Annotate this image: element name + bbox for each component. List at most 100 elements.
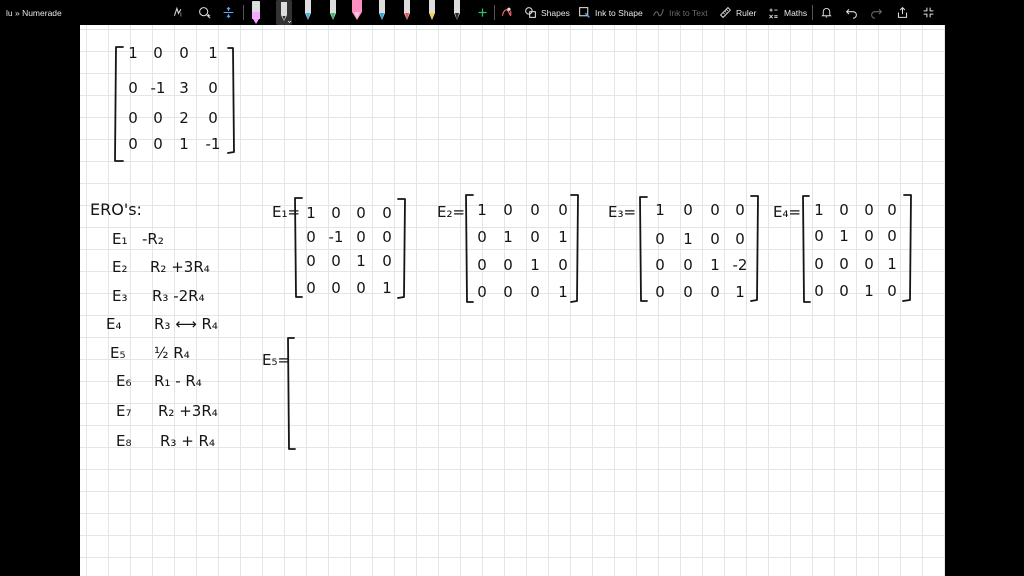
matrix-cell: 0 [356, 228, 366, 246]
matrix-cell: 0 [530, 228, 540, 246]
ruler-icon [719, 6, 732, 19]
elementary-matrix-e4: E₄= 1 0 0 00 1 0 00 0 0 10 0 1 0 [773, 194, 912, 303]
add-space-icon[interactable] [198, 0, 211, 25]
matrix-a-cell: 1 [179, 135, 189, 153]
ero-heading: ERO's: [90, 200, 142, 219]
matrix-a-cell: 0 [128, 135, 138, 153]
matrix-cell: 0 [655, 256, 665, 274]
matrix-cell: 0 [864, 255, 874, 273]
ero-label: E₅ [110, 344, 126, 362]
matrix-cell: 0 [382, 252, 392, 270]
breadcrumb[interactable]: lu » Numerade [6, 0, 62, 25]
ink-to-shape-icon [579, 7, 590, 18]
ero-label: E₄ [106, 315, 122, 333]
matrix-cell: 0 [306, 252, 316, 270]
matrix-cell: 1 [503, 228, 513, 246]
ink-to-shape-button[interactable]: Ink to Shape [578, 0, 643, 25]
matrix-cell: 1 [710, 256, 720, 274]
matrix-cell: 0 [814, 255, 824, 273]
matrix-a: 1 0 0 10 -1 3 00 0 2 00 0 1 -1 [114, 44, 235, 162]
matrix-cell: 0 [683, 283, 693, 301]
e3-label: E₃= [608, 203, 636, 221]
matrix-a-cell: 0 [153, 135, 163, 153]
share-icon[interactable] [896, 0, 909, 25]
pen-lightblue-icon[interactable] [376, 0, 388, 25]
matrix-cell: 0 [306, 279, 316, 297]
lasso-select-icon[interactable]: I [172, 0, 185, 25]
matrix-cell: 0 [382, 204, 392, 222]
shapes-button[interactable]: Shapes [524, 0, 570, 25]
matrix-cell: 1 [356, 252, 366, 270]
matrix-a-cell: 0 [208, 79, 218, 97]
pen-pink-icon[interactable] [350, 0, 362, 25]
add-pen-icon[interactable] [476, 0, 489, 25]
matrix-a-cell: 0 [128, 79, 138, 97]
matrix-cell: 0 [331, 279, 341, 297]
matrix-cell: 0 [477, 256, 487, 274]
matrix-cell: 0 [356, 204, 366, 222]
elementary-matrix-e1: E₁= 1 0 0 00 -1 0 00 0 1 00 0 0 1 [272, 197, 406, 299]
ink-to-text-button[interactable]: Ink to Text [652, 0, 708, 25]
undo-icon[interactable] [845, 0, 858, 25]
ink-canvas[interactable]: 1 0 0 1 0 -1 3 0 0 0 2 0 0 0 1 -1 ERO's: E₁ -R₂ E₂ R₂ +3R₄… [80, 25, 945, 576]
matrix-cell: 1 [306, 204, 316, 222]
matrix-cell: 0 [683, 256, 693, 274]
matrix-cell: 0 [558, 256, 568, 274]
ink-to-text-icon [653, 9, 664, 17]
matrix-cell: 0 [477, 283, 487, 301]
matrix-cell: 0 [887, 227, 897, 245]
ero-label: E₁ [112, 230, 128, 248]
matrix-cell: 0 [477, 228, 487, 246]
matrix-cell: 0 [530, 201, 540, 219]
maths-icon [769, 8, 778, 19]
pen-dark-icon[interactable] [451, 0, 463, 25]
matrix-cell: 1 [558, 283, 568, 301]
elementary-matrix-e5: E₅= [262, 337, 296, 450]
matrix-cell: 1 [683, 230, 693, 248]
exit-fullscreen-icon[interactable] [922, 0, 935, 25]
ero-operation: R₃ -2R₄ [152, 287, 205, 305]
matrix-cell: 0 [839, 255, 849, 273]
ero-operation: R₁ - R₄ [154, 372, 202, 390]
pen-green-icon[interactable] [327, 0, 339, 25]
maths-button[interactable]: Maths [767, 0, 807, 25]
ero-operation: -R₂ [142, 230, 164, 248]
matrix-cell: -2 [733, 256, 748, 274]
ero-label: E₆ [116, 372, 132, 390]
matrix-a-left-bracket [114, 46, 124, 162]
matrix-cell: 1 [655, 201, 665, 219]
ink-replay-icon[interactable] [500, 0, 513, 25]
matrix-a-cell: -1 [151, 79, 166, 97]
pen-red-icon[interactable] [401, 0, 413, 25]
redo-icon[interactable] [870, 0, 883, 25]
e2-label: E₂= [437, 203, 465, 221]
matrix-cell: 0 [558, 201, 568, 219]
matrix-cell: 0 [814, 227, 824, 245]
matrix-cell: 0 [331, 252, 341, 270]
matrix-a-cell: 1 [208, 44, 218, 62]
matrix-cell: 0 [887, 201, 897, 219]
matrix-cell: 0 [331, 204, 341, 222]
shapes-icon [525, 7, 536, 18]
highlighter-pen-icon[interactable] [250, 0, 262, 25]
svg-text:I: I [180, 13, 182, 19]
matrix-a-cell: 0 [153, 109, 163, 127]
ero-operation: R₂ +3R₄ [150, 258, 210, 276]
ruler-button[interactable]: Ruler [719, 0, 756, 25]
bell-icon[interactable] [820, 0, 833, 25]
matrix-cell: 0 [710, 230, 720, 248]
eraser-lines-icon[interactable] [222, 0, 235, 25]
elementary-matrix-e2: E₂= 1 0 0 00 1 0 10 0 1 00 0 0 1 [437, 194, 579, 303]
ero-list: ERO's: E₁ -R₂ E₂ R₂ +3R₄ E₃ R₃ -2R₄ E₄ R₃ ⟷ R₄ E… [90, 200, 218, 450]
matrix-a-cell: 1 [128, 44, 138, 62]
pen-black-icon[interactable] [276, 0, 292, 25]
matrix-cell: 0 [839, 282, 849, 300]
matrix-cell: 0 [735, 201, 745, 219]
matrix-cell: 0 [864, 201, 874, 219]
e4-label: E₄= [773, 203, 801, 221]
matrix-a-cell: 0 [153, 44, 163, 62]
matrix-cell: 0 [710, 283, 720, 301]
pen-yellow-icon[interactable] [426, 0, 438, 25]
matrix-a-cell: 0 [128, 109, 138, 127]
pen-blue-icon[interactable] [302, 0, 314, 25]
